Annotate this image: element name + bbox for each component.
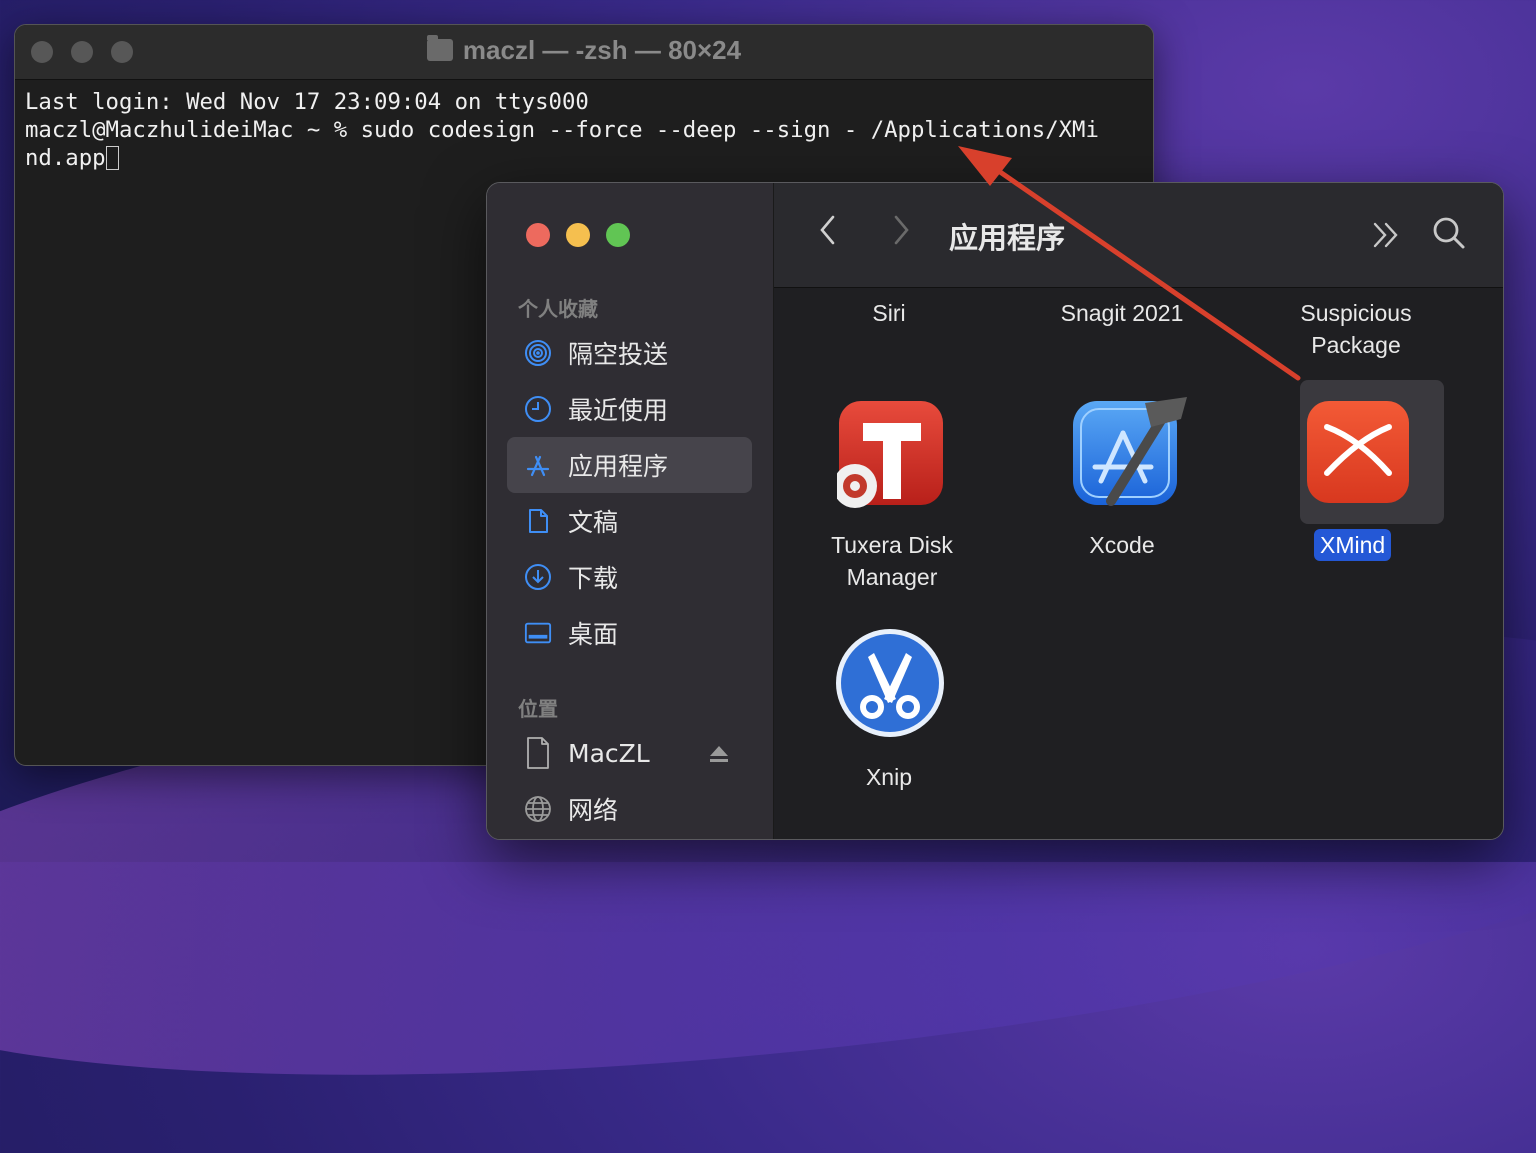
terminal-line: Last login: Wed Nov 17 23:09:04 on ttys0…	[25, 89, 589, 115]
sidebar-item-downloads[interactable]: 下载	[507, 549, 752, 605]
terminal-line-current: nd.app	[25, 144, 1143, 172]
xcode-icon[interactable]	[1071, 389, 1191, 517]
back-chevron-icon[interactable]	[818, 213, 838, 256]
favorites-header: 个人收藏	[518, 297, 598, 321]
minimize-button[interactable]	[566, 223, 590, 247]
close-button[interactable]	[526, 223, 550, 247]
terminal-line: maczl@MaczhulideiMac ~ % sudo codesign -…	[25, 117, 1099, 143]
locations-header: 位置	[518, 697, 558, 721]
app-label-snagit[interactable]: Snagit 2021	[1042, 297, 1202, 329]
finder-toolbar: 应用程序	[774, 183, 1503, 288]
sidebar-item-label: 文稿	[568, 508, 619, 537]
sidebar-item-airdrop[interactable]: 隔空投送	[507, 325, 752, 381]
sidebar-item-label: 网络	[568, 796, 619, 825]
finder-content: 应用程序 Siri Snagit 2021 Suspicious Package	[774, 183, 1503, 839]
finder-window[interactable]: 个人收藏 隔空投送 最近使用 应用程序 文稿 下载 桌面 位置 MacZL 网络…	[486, 182, 1504, 840]
sidebar-item-desktop[interactable]: 桌面	[507, 605, 752, 661]
terminal-output[interactable]: Last login: Wed Nov 17 23:09:04 on ttys0…	[15, 80, 1153, 180]
sidebar-item-label: MacZL	[568, 738, 650, 768]
app-label-suspicious-package[interactable]: Suspicious Package	[1276, 297, 1436, 361]
eject-icon[interactable]	[708, 741, 730, 770]
zoom-button[interactable]	[606, 223, 630, 247]
sidebar-item-recents[interactable]: 最近使用	[507, 381, 752, 437]
app-label-tuxera[interactable]: Tuxera Disk Manager	[812, 529, 972, 593]
disk-icon	[524, 737, 552, 769]
document-icon	[524, 507, 552, 535]
sidebar-item-label: 桌面	[568, 620, 619, 649]
sidebar-item-label: 下载	[568, 564, 619, 593]
xmind-icon[interactable]	[1305, 399, 1413, 511]
app-label-xcode[interactable]: Xcode	[1049, 529, 1195, 561]
clock-icon	[524, 395, 552, 423]
app-label-xmind[interactable]: XMind	[1314, 529, 1392, 561]
text-cursor	[105, 146, 119, 170]
terminal-line-text: nd.app	[25, 145, 106, 171]
network-icon	[524, 795, 552, 823]
sidebar-item-label: 最近使用	[568, 396, 669, 425]
airdrop-icon	[524, 339, 552, 367]
applications-icon	[524, 451, 552, 479]
sidebar-item-applications[interactable]: 应用程序	[507, 437, 752, 493]
app-label-siri[interactable]: Siri	[819, 297, 959, 329]
folder-icon	[426, 35, 453, 61]
forward-chevron-icon[interactable]	[891, 213, 911, 256]
search-icon[interactable]	[1431, 215, 1467, 260]
sidebar-item-label: 隔空投送	[568, 340, 669, 369]
download-icon	[524, 563, 552, 591]
sidebar-item-network[interactable]: 网络	[507, 781, 752, 837]
xnip-icon[interactable]	[834, 627, 946, 743]
finder-sidebar: 个人收藏 隔空投送 最近使用 应用程序 文稿 下载 桌面 位置 MacZL 网络	[487, 183, 774, 839]
terminal-title: maczl — -zsh — 80×24	[15, 35, 1153, 66]
desktop-icon	[524, 619, 552, 647]
terminal-title-text: maczl — -zsh — 80×24	[462, 35, 742, 65]
sidebar-item-documents[interactable]: 文稿	[507, 493, 752, 549]
more-chevron-icon[interactable]	[1371, 219, 1401, 259]
terminal-titlebar[interactable]: maczl — -zsh — 80×24	[15, 25, 1153, 80]
app-label-xnip[interactable]: Xnip	[819, 761, 959, 793]
window-title: 应用程序	[949, 221, 1066, 255]
sidebar-item-disk[interactable]: MacZL	[507, 725, 752, 781]
tuxera-icon[interactable]	[833, 399, 949, 515]
sidebar-item-label: 应用程序	[568, 452, 669, 481]
